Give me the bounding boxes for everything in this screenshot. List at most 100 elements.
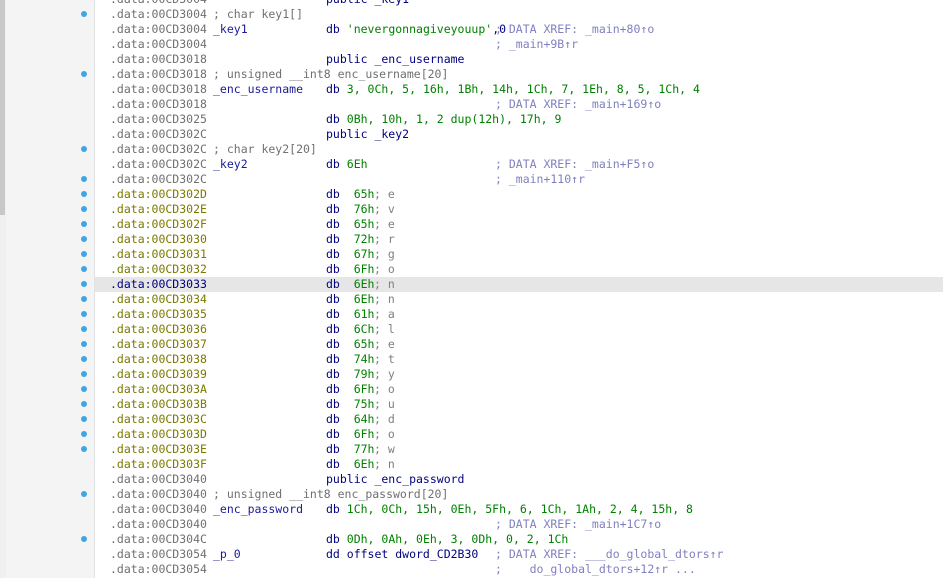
- instruction[interactable]: db 6Fh: [326, 382, 374, 397]
- disassembly-listing[interactable]: .data:00CD3004public _key1.data:00CD3004…: [95, 0, 943, 578]
- instruction[interactable]: db 6Eh: [326, 157, 368, 172]
- address[interactable]: .data:00CD3035: [110, 307, 207, 322]
- address[interactable]: .data:00CD3040: [110, 502, 207, 517]
- listing-row[interactable]: .data:00CD302C ; char key2[20]: [95, 142, 943, 157]
- listing-row[interactable]: .data:00CD303F db 6Eh; n: [95, 457, 943, 472]
- listing-row[interactable]: .data:00CD3037 db 65h; e: [95, 337, 943, 352]
- instruction[interactable]: db 77h: [326, 442, 374, 457]
- scrollbar-thumb[interactable]: [0, 0, 5, 215]
- address[interactable]: .data:00CD3004: [110, 7, 207, 22]
- address[interactable]: .data:00CD302F: [110, 217, 207, 232]
- symbol-label[interactable]: _key2: [213, 157, 248, 172]
- instruction[interactable]: db 75h: [326, 397, 374, 412]
- instruction[interactable]: public _enc_username: [326, 52, 464, 67]
- address[interactable]: .data:00CD3033: [110, 277, 207, 292]
- listing-row[interactable]: .data:00CD302C public _key2: [95, 127, 943, 142]
- address[interactable]: .data:00CD3054: [110, 547, 207, 562]
- instruction[interactable]: db 0Dh, 0Ah, 0Eh, 3, 0Dh, 0, 2, 1Ch: [326, 532, 568, 547]
- breakpoint-dot-icon[interactable]: [81, 281, 87, 287]
- listing-row[interactable]: .data:00CD3054 _p_0 dd offset dword_CD2B30…: [95, 547, 943, 562]
- listing-row[interactable]: .data:00CD3040 ; DATA XREF: _main+1C7↑o: [95, 517, 943, 532]
- breakpoint-dot-icon[interactable]: [81, 341, 87, 347]
- instruction[interactable]: db 64h: [326, 412, 374, 427]
- address[interactable]: .data:00CD3054: [110, 562, 207, 577]
- address[interactable]: .data:00CD3030: [110, 232, 207, 247]
- listing-row[interactable]: .data:00CD3034 db 6Eh; n: [95, 292, 943, 307]
- breakpoint-dot-icon[interactable]: [81, 296, 87, 302]
- instruction[interactable]: public _key2: [326, 127, 409, 142]
- breakpoint-dot-icon[interactable]: [81, 386, 87, 392]
- listing-row[interactable]: .data:00CD3004 ; _main+9B↑r: [95, 37, 943, 52]
- instruction[interactable]: db 6Eh: [326, 292, 374, 307]
- address[interactable]: .data:00CD3025: [110, 112, 207, 127]
- instruction[interactable]: db 72h: [326, 232, 374, 247]
- address[interactable]: .data:00CD3018: [110, 52, 207, 67]
- listing-row[interactable]: .data:00CD3004 ; char key1[]: [95, 7, 943, 22]
- listing-row[interactable]: .data:00CD3035 db 61h; a: [95, 307, 943, 322]
- xref-comment[interactable]: ; DATA XREF: _main+F5↑o: [495, 157, 654, 172]
- listing-row[interactable]: .data:00CD303B db 75h; u: [95, 397, 943, 412]
- address[interactable]: .data:00CD303D: [110, 427, 207, 442]
- listing-row[interactable]: .data:00CD302F db 65h; e: [95, 217, 943, 232]
- xref-comment[interactable]: ; DATA XREF: ___do_global_dtors↑r: [495, 547, 723, 562]
- breakpoint-dot-icon[interactable]: [81, 311, 87, 317]
- instruction[interactable]: dd offset dword_CD2B30: [326, 547, 478, 562]
- listing-row[interactable]: .data:00CD303C db 64h; d: [95, 412, 943, 427]
- address[interactable]: .data:00CD303C: [110, 412, 207, 427]
- breakpoint-dot-icon[interactable]: [81, 146, 87, 152]
- listing-row[interactable]: .data:00CD3038 db 74h; t: [95, 352, 943, 367]
- instruction[interactable]: db 67h: [326, 247, 374, 262]
- address[interactable]: .data:00CD3036: [110, 322, 207, 337]
- listing-row[interactable]: .data:00CD3030 db 72h; r: [95, 232, 943, 247]
- instruction[interactable]: db 6Fh: [326, 427, 374, 442]
- listing-row[interactable]: .data:00CD3018 ; unsigned __int8 enc_user…: [95, 67, 943, 82]
- address[interactable]: .data:00CD302D: [110, 187, 207, 202]
- breakpoint-dot-icon[interactable]: [81, 176, 87, 182]
- address[interactable]: .data:00CD3018: [110, 97, 207, 112]
- breakpoint-dot-icon[interactable]: [81, 401, 87, 407]
- address[interactable]: .data:00CD3031: [110, 247, 207, 262]
- symbol-label[interactable]: _enc_username: [213, 82, 303, 97]
- listing-row[interactable]: .data:00CD3040 _enc_password db 1Ch, 0Ch, …: [95, 502, 943, 517]
- address[interactable]: .data:00CD3034: [110, 292, 207, 307]
- xref-comment[interactable]: ; DATA XREF: _main+1C7↑o: [495, 517, 661, 532]
- address[interactable]: .data:00CD3040: [110, 472, 207, 487]
- listing-row[interactable]: .data:00CD3033 db 6Eh; n: [95, 277, 943, 292]
- listing-row[interactable]: .data:00CD303A db 6Fh; o: [95, 382, 943, 397]
- breakpoint-dot-icon[interactable]: [81, 371, 87, 377]
- address[interactable]: .data:00CD302C: [110, 157, 207, 172]
- instruction[interactable]: db 0Bh, 10h, 1, 2 dup(12h), 17h, 9: [326, 112, 561, 127]
- address[interactable]: .data:00CD303E: [110, 442, 207, 457]
- instruction[interactable]: db 6Fh: [326, 262, 374, 277]
- instruction[interactable]: db 79h: [326, 367, 374, 382]
- listing-row[interactable]: .data:00CD3018 _enc_username db 3, 0Ch, 5,…: [95, 82, 943, 97]
- address[interactable]: .data:00CD3018: [110, 67, 207, 82]
- symbol-label[interactable]: _enc_password: [213, 502, 303, 517]
- xref-comment[interactable]: ; do_global_dtors+12↑r ...: [495, 562, 696, 577]
- listing-row[interactable]: .data:00CD3004 _key1 db 'nevergonnagiveyou…: [95, 22, 943, 37]
- listing-row[interactable]: .data:00CD3018 public _enc_username: [95, 52, 943, 67]
- instruction[interactable]: db 'nevergonnagiveyouup',0: [326, 22, 506, 37]
- address[interactable]: .data:00CD3004: [110, 0, 207, 7]
- instruction[interactable]: db 65h: [326, 337, 374, 352]
- listing-row[interactable]: .data:00CD3040 ; unsigned __int8 enc_pass…: [95, 487, 943, 502]
- address[interactable]: .data:00CD303A: [110, 382, 207, 397]
- breakpoint-dot-icon[interactable]: [81, 266, 87, 272]
- listing-row[interactable]: .data:00CD3040 public _enc_password: [95, 472, 943, 487]
- address[interactable]: .data:00CD303B: [110, 397, 207, 412]
- address[interactable]: .data:00CD3032: [110, 262, 207, 277]
- address[interactable]: .data:00CD302C: [110, 142, 207, 157]
- address[interactable]: .data:00CD3004: [110, 37, 207, 52]
- breakpoint-dot-icon[interactable]: [81, 446, 87, 452]
- address[interactable]: .data:00CD3040: [110, 487, 207, 502]
- listing-row[interactable]: .data:00CD3031 db 67h; g: [95, 247, 943, 262]
- instruction[interactable]: db 65h: [326, 217, 374, 232]
- instruction[interactable]: db 6Ch: [326, 322, 374, 337]
- xref-comment[interactable]: ; DATA XREF: _main+169↑o: [495, 97, 661, 112]
- instruction[interactable]: public _key1: [326, 0, 409, 7]
- symbol-label[interactable]: _key1: [213, 22, 248, 37]
- breakpoint-dot-icon[interactable]: [81, 251, 87, 257]
- breakpoint-dot-icon[interactable]: [81, 416, 87, 422]
- breakpoint-dot-icon[interactable]: [81, 71, 87, 77]
- listing-row[interactable]: .data:00CD303D db 6Fh; o: [95, 427, 943, 442]
